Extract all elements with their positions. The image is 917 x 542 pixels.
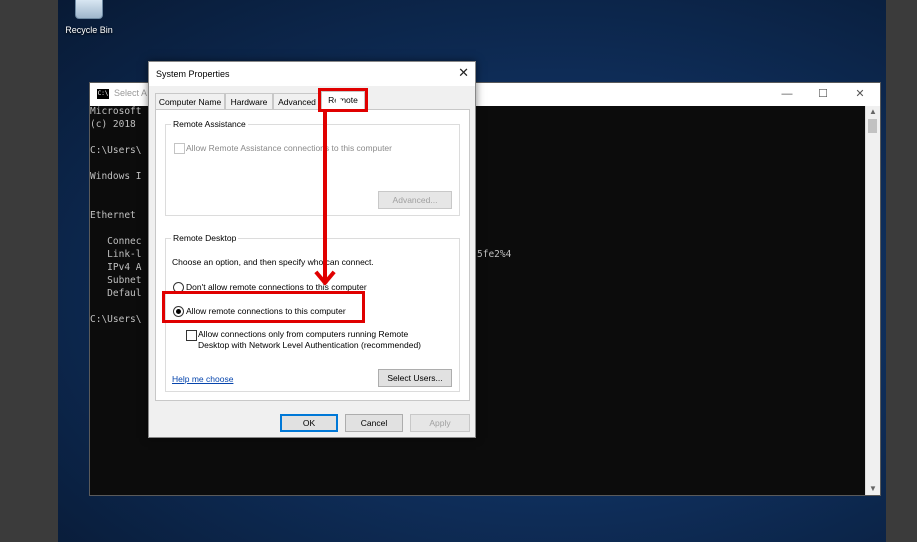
cmd-line: Subnet [90,275,142,286]
close-icon[interactable]: ✕ [458,65,469,81]
remote-assistance-checkbox-label: Allow Remote Assistance connections to t… [186,143,392,153]
dialog-title-bar[interactable]: System Properties ✕ [149,62,475,86]
highlight-allow-option [162,291,365,323]
cancel-button[interactable]: Cancel [345,414,403,432]
advanced-button[interactable]: Advanced... [378,191,452,209]
cmd-icon: C:\ [97,89,109,99]
cmd-line: C:\Users\ [90,145,142,156]
dialog-title: System Properties [156,69,230,79]
cmd-line: IPv4 A [90,262,142,273]
remote-assistance-label: Remote Assistance [171,119,248,129]
remote-desktop-label: Remote Desktop [171,233,239,243]
cmd-line: Windows I [90,171,142,182]
remote-assistance-group: Remote Assistance Allow Remote Assistanc… [165,119,460,216]
cmd-line: Link-l [90,249,142,260]
annotation-arrow [323,111,327,281]
cmd-line: Microsoft [90,106,142,117]
cmd-line: Connec [90,236,142,247]
recycle-bin-icon [75,0,103,19]
remote-assistance-checkbox[interactable] [174,143,185,154]
nla-checkbox[interactable] [186,330,197,341]
cmd-line: Defaul [90,288,142,299]
scroll-down-icon[interactable]: ▼ [866,483,880,495]
nla-label-line2: Desktop with Network Level Authenticatio… [198,340,421,350]
scroll-thumb[interactable] [868,119,877,133]
tab-advanced[interactable]: Advanced [273,93,321,110]
recycle-bin-label: Recycle Bin [65,25,113,35]
scroll-up-icon[interactable]: ▲ [866,106,880,118]
recycle-bin[interactable]: Recycle Bin [58,0,120,35]
nla-label-line1: Allow connections only from computers ru… [198,329,409,339]
maximize-button[interactable]: ☐ [807,85,839,103]
remote-desktop-instruction: Choose an option, and then specify who c… [172,257,374,267]
close-button[interactable]: ✕ [844,85,876,103]
select-users-button[interactable]: Select Users... [378,369,452,387]
tab-computer-name[interactable]: Computer Name [155,93,225,110]
cmd-scrollbar[interactable]: ▲ ▼ [865,106,880,495]
help-me-choose-link[interactable]: Help me choose [172,374,233,384]
apply-button[interactable]: Apply [410,414,470,432]
cmd-ipv6-suffix: 5fe2%4 [477,249,512,260]
cmd-line: C:\Users\ [90,314,142,325]
remote-tab-panel: Remote Assistance Allow Remote Assistanc… [155,109,470,401]
minimize-button[interactable]: — [771,85,803,103]
tab-hardware[interactable]: Hardware [225,93,273,110]
cmd-title: Select A [114,88,148,98]
cmd-line: Ethernet [90,210,136,221]
cmd-line: (c) 2018 [90,119,136,130]
ok-button[interactable]: OK [280,414,338,432]
system-properties-dialog[interactable]: System Properties ✕ Computer Name Hardwa… [148,61,476,438]
